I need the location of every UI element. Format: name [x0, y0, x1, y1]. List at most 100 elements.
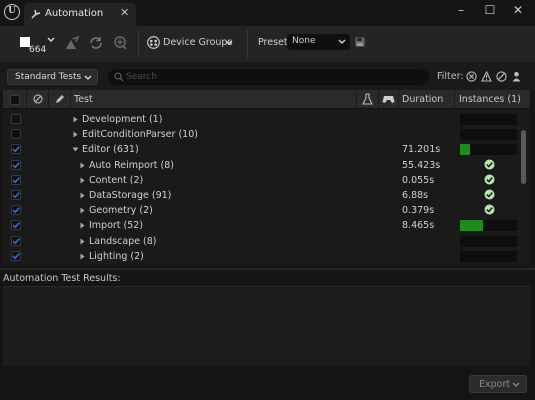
caret-right-icon[interactable]	[72, 131, 79, 138]
caret-right-icon[interactable]	[79, 162, 86, 169]
close-icon[interactable]: ✕	[504, 2, 532, 18]
tab-title: Automation	[45, 8, 104, 19]
table-row[interactable]: Content (2) 0.055s	[3, 173, 521, 188]
passed-check-icon	[484, 204, 495, 215]
device-groups-icon	[147, 36, 160, 49]
instance-progress-bar	[460, 114, 517, 125]
checkmark-icon	[12, 161, 20, 168]
checkmark-icon	[12, 222, 20, 229]
select-all-checkbox[interactable]	[10, 95, 20, 105]
chevron-down-icon[interactable]	[46, 35, 56, 45]
scrollbar[interactable]	[521, 130, 526, 184]
caret-right-icon[interactable]	[79, 192, 86, 199]
row-checkbox[interactable]	[11, 190, 21, 200]
caret-right-icon[interactable]	[79, 253, 86, 260]
disabled-icon	[33, 94, 43, 104]
row-name: Lighting (2)	[89, 250, 144, 262]
table-row[interactable]: DataStorage (91) 6.88s	[3, 188, 521, 203]
passed-check-icon	[484, 174, 495, 185]
header-edit	[49, 90, 71, 109]
row-duration: 71.201s	[402, 144, 441, 156]
export-button[interactable]: Export	[469, 375, 527, 393]
row-name: Editor (631)	[82, 144, 139, 156]
pencil-icon	[56, 95, 64, 103]
row-checkbox[interactable]	[11, 159, 21, 170]
tab-automation[interactable]: Automation ✕	[24, 3, 136, 26]
preset-value: None	[292, 36, 316, 46]
export-label: Export	[479, 379, 511, 390]
row-checkbox[interactable]	[11, 205, 21, 216]
warning-filter-icon[interactable]	[481, 71, 492, 82]
row-checkbox[interactable]	[11, 174, 21, 185]
toolbar: 664 Device Groups Preset: None	[0, 26, 535, 62]
results-area	[3, 286, 530, 366]
search-input[interactable]	[126, 70, 416, 83]
gamepad-icon	[382, 96, 395, 103]
maximize-icon[interactable]: ☐	[476, 2, 504, 18]
table-header: Test Duration Instances (1)	[3, 90, 530, 109]
unreal-logo-icon: U	[4, 4, 20, 20]
checkmark-icon	[12, 146, 20, 153]
checkmark-icon	[12, 237, 20, 244]
row-name: Development (1)	[82, 114, 163, 125]
minimize-icon[interactable]: –	[447, 2, 475, 18]
user-filter-icon[interactable]	[511, 71, 522, 82]
table-row[interactable]: Lighting (2)	[3, 249, 521, 264]
header-test[interactable]: Test	[71, 90, 357, 109]
table-row[interactable]: Editor (631) 71.201s	[3, 142, 521, 157]
table-row[interactable]: Import (52) 8.465s	[3, 218, 521, 233]
caret-right-icon[interactable]	[79, 207, 86, 214]
preset-label: Preset:	[258, 37, 291, 48]
test-type-label: Standard Tests	[15, 72, 82, 82]
row-duration: 0.379s	[402, 205, 435, 217]
preset-dropdown[interactable]: None	[287, 34, 350, 50]
row-name: Landscape (8)	[89, 235, 157, 247]
disabled-filter-icon[interactable]	[496, 71, 507, 82]
row-name: Geometry (2)	[89, 205, 153, 217]
row-checkbox[interactable]	[11, 220, 21, 231]
panel-splitter[interactable]	[0, 268, 535, 270]
caret-right-icon[interactable]	[79, 177, 86, 184]
instance-progress-bar	[460, 220, 517, 232]
launch-icon[interactable]	[64, 35, 80, 51]
results-label: Automation Test Results:	[3, 273, 121, 284]
passed-check-icon	[484, 189, 495, 200]
run-count: 664	[29, 45, 47, 55]
row-checkbox[interactable]	[11, 129, 21, 140]
header-flask	[357, 90, 379, 109]
find-workers-icon[interactable]	[112, 35, 128, 51]
device-groups-label: Device Groups	[163, 37, 233, 48]
caret-right-icon[interactable]	[79, 222, 86, 229]
row-name: Auto Reimport (8)	[89, 159, 174, 171]
error-filter-icon[interactable]	[466, 71, 477, 82]
table-row[interactable]: Auto Reimport (8) 55.423s	[3, 158, 521, 173]
row-checkbox[interactable]	[11, 144, 21, 155]
caret-right-icon[interactable]	[72, 116, 79, 123]
test-type-dropdown[interactable]: Standard Tests	[7, 69, 98, 85]
table-row[interactable]: EditConditionParser (10)	[3, 127, 521, 142]
checkmark-icon	[12, 192, 20, 199]
row-checkbox[interactable]	[11, 235, 21, 246]
caret-down-icon[interactable]	[72, 146, 79, 153]
save-icon[interactable]	[355, 37, 365, 47]
table-row[interactable]: Landscape (8)	[3, 234, 521, 249]
caret-right-icon[interactable]	[79, 238, 86, 245]
instance-progress-bar	[460, 144, 517, 156]
row-duration: 6.88s	[402, 190, 429, 201]
search-icon	[114, 72, 124, 82]
header-instances[interactable]: Instances (1)	[455, 90, 530, 109]
filter-label: Filter:	[437, 71, 464, 82]
flask-icon	[362, 93, 373, 105]
row-duration: 0.055s	[402, 174, 435, 186]
test-tree: Test Duration Instances (1) Development …	[3, 90, 530, 265]
table-row[interactable]: Geometry (2) 0.379s	[3, 203, 521, 218]
table-row[interactable]: Development (1)	[3, 112, 521, 127]
header-duration[interactable]: Duration	[399, 90, 455, 109]
refresh-icon[interactable]	[88, 35, 104, 51]
tab-close-icon[interactable]: ✕	[120, 6, 129, 19]
instance-progress-bar	[460, 129, 517, 141]
row-checkbox[interactable]	[11, 250, 21, 261]
column-duration-label: Duration	[402, 94, 444, 105]
row-checkbox[interactable]	[11, 114, 21, 124]
toolbar-separator	[138, 30, 139, 58]
